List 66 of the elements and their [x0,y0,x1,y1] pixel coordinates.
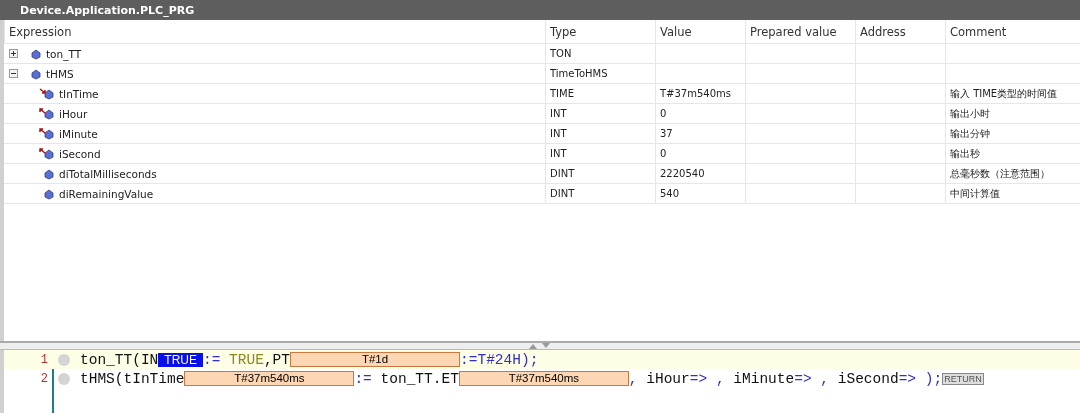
comment-text: 输出秒 [950,146,980,161]
expression-text: tHMS [46,67,74,80]
column-header[interactable]: Address [855,20,945,43]
bool-monitor-value[interactable]: TRUE [158,352,203,367]
value-text: 0 [660,108,667,119]
code-token: TRUE [229,351,264,368]
code-token: iHour [646,370,690,387]
code-token: := [203,351,222,368]
column-header[interactable]: Prepared value [745,20,855,43]
output-variable-icon [39,127,55,140]
code-token: tHMS(tInTime [80,370,185,387]
code-token: iSecond [837,370,899,387]
code-token: := [354,370,373,387]
column-header[interactable]: Value [655,20,745,43]
code-token: :=T#24H); [460,351,539,368]
code-token: iMinute [733,370,795,387]
expression-text: diRemainingValue [59,187,154,200]
collapse-icon[interactable] [9,69,18,78]
column-header[interactable]: Expression [4,20,545,43]
value-text: 2220540 [660,168,705,179]
expand-icon[interactable] [9,49,18,58]
code-token: , [628,370,639,387]
output-variable-icon [39,147,55,160]
code-token: ton_TT.ET [380,370,459,387]
monitor-value[interactable]: T#37m540ms [184,371,355,386]
expression-text: iHour [59,107,88,120]
comment-text: 输入 TIME类型的时间值 [950,86,1058,101]
code-token: => , [689,370,726,387]
line-number: 2 [39,371,49,386]
breakpoint-marker-icon[interactable] [58,372,70,385]
comment-text: 输出小时 [950,106,990,121]
return-marker: RETURN [942,372,984,385]
code-token: ,PT [263,351,291,368]
value-text: 37 [660,128,673,139]
type-text: INT [550,148,567,159]
window-title: Device.Application.PLC_PRG [20,3,195,17]
type-text: TimeToHMS [550,68,608,79]
line-number: 1 [39,352,49,367]
column-header[interactable]: Type [545,20,655,43]
input-variable-icon [39,87,55,100]
expression-text: diTotalMilliseconds [59,167,157,180]
monitor-value[interactable]: T#37m540ms [458,371,629,386]
code-token: ton_TT(IN [80,351,159,368]
expression-text: tInTime [59,87,99,100]
comment-text: 中间计算值 [950,186,1000,201]
value-text: 0 [660,148,667,159]
expression-text: ton_TT [46,47,82,60]
column-header[interactable]: Comment [945,20,1080,43]
type-text: INT [550,128,567,139]
type-text: TIME [550,88,574,99]
comment-text: 输出分钟 [950,126,990,141]
expression-text: iSecond [59,147,101,160]
code-token: => ); [898,370,943,387]
output-variable-icon [39,107,55,120]
type-text: DINT [550,188,575,199]
expression-text: iMinute [59,127,98,140]
type-text: INT [550,108,567,119]
splitter-arrows-icon[interactable] [528,343,552,349]
value-text: 540 [660,188,680,199]
type-text: TON [550,48,572,59]
breakpoint-marker-icon[interactable] [58,353,70,366]
value-text: T#37m540ms [660,88,731,99]
code-token: => , [794,370,831,387]
comment-text: 总毫秒数（注意范围） [950,166,1050,181]
monitor-value[interactable]: T#1d [290,352,461,367]
type-text: DINT [550,168,575,179]
